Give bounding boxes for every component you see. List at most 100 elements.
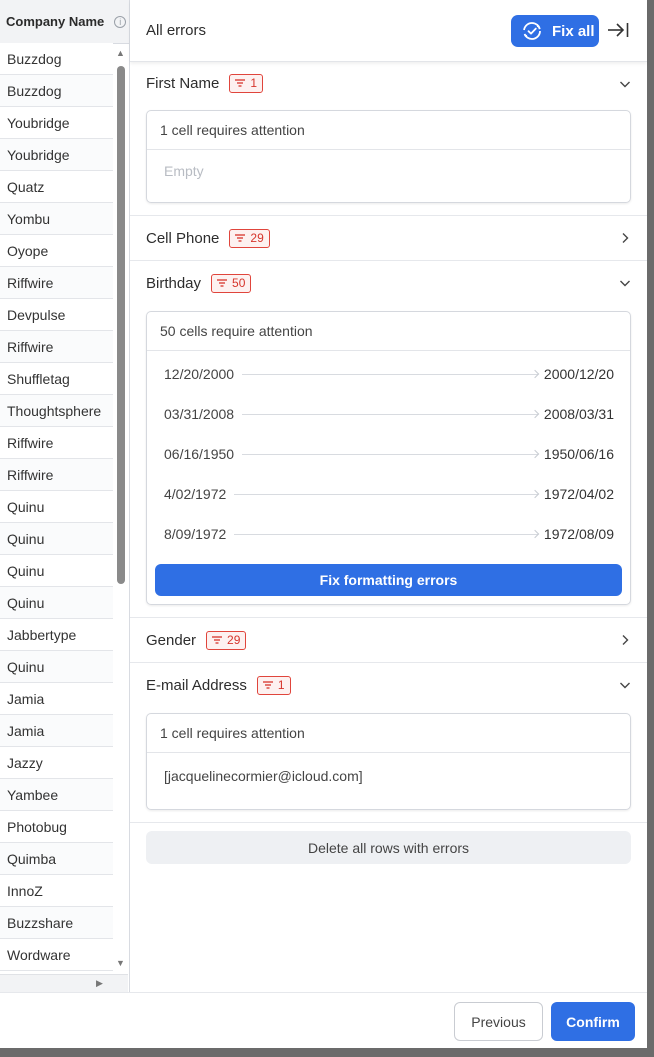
grid-cell-company-name[interactable]: Wordware: [0, 939, 113, 971]
grid-cell-company-name[interactable]: Quatz: [0, 171, 113, 203]
scroll-right-arrow-icon[interactable]: ▶: [96, 978, 103, 989]
grid-cell-company-name[interactable]: Quinu: [0, 555, 113, 587]
grid-cell-company-name[interactable]: Quinu: [0, 651, 113, 683]
section-header-first-name[interactable]: First Name 1: [130, 62, 647, 104]
section-header-email-address[interactable]: E-mail Address 1: [130, 663, 647, 707]
attention-text: 1 cell requires attention: [147, 111, 630, 150]
error-count-badge[interactable]: 29: [229, 228, 270, 248]
fixed-value: 1950/06/16: [543, 446, 614, 462]
grid-cell-company-name[interactable]: Oyope: [0, 235, 113, 267]
errors-panel: All errors Fix all First Name 1 1 cell r…: [130, 0, 647, 992]
error-count: 50: [232, 276, 246, 290]
grid-cell-company-name[interactable]: Quinu: [0, 587, 113, 619]
grid-cell-company-name[interactable]: Yambee: [0, 779, 113, 811]
grid-cell-company-name[interactable]: InnoZ: [0, 875, 113, 907]
section-title: Birthday: [146, 274, 202, 292]
previous-button[interactable]: Previous: [454, 1002, 543, 1041]
error-card: 1 cell requires attention Empty: [146, 110, 631, 203]
scroll-up-arrow-icon[interactable]: ▲: [116, 48, 125, 58]
grid-cell-company-name[interactable]: Jabbertype: [0, 619, 113, 651]
horizontal-scrollbar[interactable]: ▶: [0, 974, 128, 992]
filter-icon: [235, 234, 246, 242]
collapse-panel-icon[interactable]: [607, 20, 629, 40]
section-title: First Name: [146, 74, 220, 92]
section-header-birthday[interactable]: Birthday 50: [130, 261, 647, 305]
delete-all-rows-button[interactable]: Delete all rows with errors: [146, 831, 631, 864]
section-title: E-mail Address: [146, 676, 247, 694]
section-birthday: Birthday 50 50 cells require attention 1…: [130, 261, 647, 618]
error-count: 1: [250, 76, 258, 90]
grid-cell-company-name[interactable]: Riffwire: [0, 427, 113, 459]
fix-all-button[interactable]: Fix all: [511, 15, 599, 47]
grid-cell-company-name[interactable]: Shuffletag: [0, 363, 113, 395]
fixed-value: 2000/12/20: [543, 366, 614, 382]
panel-title: All errors: [146, 22, 207, 39]
grid-cell-company-name[interactable]: Youbridge: [0, 107, 113, 139]
grid-cell-company-name[interactable]: Youbridge: [0, 139, 113, 171]
fix-formatting-errors-button[interactable]: Fix formatting errors: [155, 564, 622, 596]
format-fix-list: 12/20/2000 2000/12/20 03/31/2008 2008/03…: [147, 351, 630, 554]
original-value: 4/02/1972: [164, 486, 227, 502]
format-fix-row: 03/31/2008 2008/03/31: [147, 394, 630, 434]
panel-header: All errors Fix all: [130, 0, 647, 62]
error-card: 50 cells require attention 12/20/2000 20…: [146, 311, 631, 605]
grid-cell-company-name[interactable]: Yombu: [0, 203, 113, 235]
arrow-right-icon: [234, 493, 538, 495]
error-count: 29: [227, 633, 241, 647]
filter-icon: [217, 279, 228, 287]
section-header-gender[interactable]: Gender 29: [130, 618, 647, 662]
fixed-value: 1972/08/09: [543, 526, 614, 542]
filter-icon: [262, 681, 273, 689]
arrow-right-icon: [242, 373, 538, 375]
grid-cell-company-name[interactable]: Jazzy: [0, 747, 113, 779]
chevron-right-icon[interactable]: [619, 634, 631, 646]
grid-cell-company-name[interactable]: Quinu: [0, 523, 113, 555]
grid-cell-company-name[interactable]: Buzzdog: [0, 43, 113, 75]
chevron-down-icon[interactable]: [619, 679, 631, 691]
grid-cell-company-name[interactable]: Buzzshare: [0, 907, 113, 939]
error-count: 29: [250, 231, 264, 245]
original-value: 8/09/1972: [164, 526, 227, 542]
format-fix-row: 06/16/1950 1950/06/16: [147, 434, 630, 474]
grid-column-header[interactable]: Company Name i: [0, 0, 129, 44]
grid-cell-company-name[interactable]: Buzzdog: [0, 75, 113, 107]
format-fix-row: 8/09/1972 1972/08/09: [147, 514, 630, 554]
attention-text: 1 cell requires attention: [147, 714, 630, 753]
section-title: Cell Phone: [146, 229, 220, 247]
arrow-right-icon: [242, 453, 538, 455]
error-count-badge[interactable]: 29: [206, 630, 247, 650]
grid-cell-company-name[interactable]: Thoughtsphere: [0, 395, 113, 427]
grid-cell-company-name[interactable]: Quimba: [0, 843, 113, 875]
section-header-cell-phone[interactable]: Cell Phone 29: [130, 216, 647, 260]
grid-cell-company-name[interactable]: Jamia: [0, 683, 113, 715]
cell-value-empty[interactable]: Empty: [147, 150, 630, 202]
cell-value[interactable]: [jacquelinecormier@icloud.com]: [147, 753, 630, 809]
grid-cell-company-name[interactable]: Riffwire: [0, 267, 113, 299]
grid-cell-company-name[interactable]: Devpulse: [0, 299, 113, 331]
data-grid: Company Name i Buzzdog Buzzdog Youbridge Yo…: [0, 0, 130, 992]
fixed-value: 1972/04/02: [543, 486, 614, 502]
error-count-badge[interactable]: 1: [256, 675, 291, 695]
error-count-badge[interactable]: 50: [211, 273, 252, 293]
chevron-down-icon[interactable]: [619, 277, 631, 289]
error-count-badge[interactable]: 1: [229, 73, 264, 93]
scrollbar-thumb[interactable]: [117, 66, 125, 584]
grid-rows: Buzzdog Buzzdog Youbridge Youbridge Quatz Yom…: [0, 43, 113, 971]
attention-text: 50 cells require attention: [147, 312, 630, 351]
grid-cell-company-name[interactable]: Jamia: [0, 715, 113, 747]
chevron-right-icon[interactable]: [619, 232, 631, 244]
grid-cell-company-name[interactable]: Quinu: [0, 491, 113, 523]
format-fix-row: 12/20/2000 2000/12/20: [147, 354, 630, 394]
chevron-down-icon[interactable]: [619, 78, 631, 90]
scroll-down-arrow-icon[interactable]: ▼: [116, 958, 125, 968]
grid-cell-company-name[interactable]: Riffwire: [0, 459, 113, 491]
grid-cell-company-name[interactable]: Riffwire: [0, 331, 113, 363]
app-window: Company Name i Buzzdog Buzzdog Youbridge Yo…: [0, 0, 647, 1048]
info-icon[interactable]: i: [114, 15, 127, 28]
confirm-button[interactable]: Confirm: [551, 1002, 635, 1041]
section-cell-phone: Cell Phone 29: [130, 216, 647, 261]
grid-cell-company-name[interactable]: Photobug: [0, 811, 113, 843]
section-title: Gender: [146, 631, 197, 649]
vertical-scrollbar[interactable]: ▲ ▼: [114, 44, 128, 974]
column-header-label: Company Name: [6, 14, 105, 29]
